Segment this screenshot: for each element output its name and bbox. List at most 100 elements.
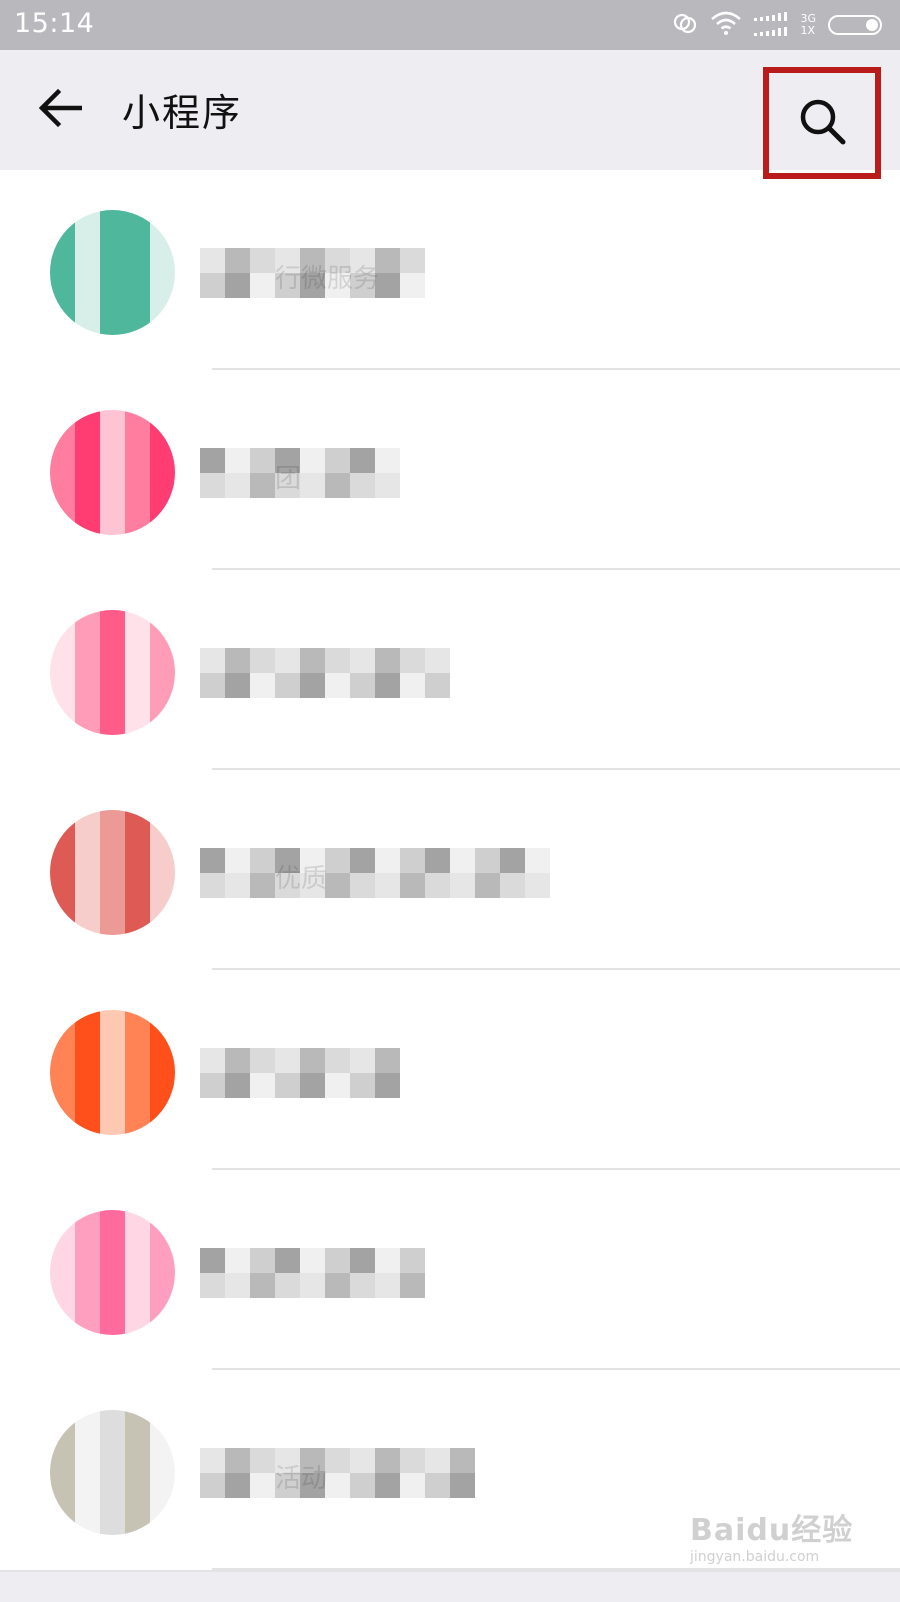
avatar-pixel <box>75 885 100 910</box>
name-pixel <box>200 848 225 873</box>
avatar-pixel <box>50 1035 75 1060</box>
avatar-pixel <box>75 260 100 285</box>
name-pixel <box>250 1448 275 1473</box>
avatar-pixel <box>150 460 175 485</box>
list-item[interactable] <box>0 570 900 770</box>
avatar-pixel <box>125 635 150 660</box>
avatar-pixel <box>125 435 150 460</box>
avatar-pixel <box>50 485 75 510</box>
mini-program-avatar <box>50 410 175 535</box>
name-pixel <box>300 1473 325 1498</box>
avatar-pixel <box>100 1085 125 1110</box>
name-pixel <box>425 1473 450 1498</box>
name-pixel <box>450 1473 475 1498</box>
avatar-pixel <box>75 435 100 460</box>
avatar-pixel <box>75 610 100 635</box>
avatar-pixel <box>50 685 75 710</box>
name-pixel <box>300 273 325 298</box>
name-pixel <box>250 273 275 298</box>
avatar-pixel <box>150 310 175 335</box>
name-pixel <box>300 248 325 273</box>
name-pixel <box>475 873 500 898</box>
avatar-pixel <box>150 860 175 885</box>
list-item[interactable] <box>0 970 900 1170</box>
avatar-pixel <box>100 1110 125 1135</box>
avatar-pixel <box>50 710 75 735</box>
avatar-pixel <box>50 1260 75 1285</box>
name-pixel <box>225 873 250 898</box>
name-pixel <box>350 1048 375 1073</box>
name-pixel <box>375 1048 400 1073</box>
back-button[interactable] <box>34 84 86 136</box>
avatar-pixel <box>150 285 175 310</box>
avatar-pixel <box>150 435 175 460</box>
avatar-pixel <box>50 435 75 460</box>
name-pixel <box>350 1473 375 1498</box>
mini-program-avatar <box>50 210 175 335</box>
name-pixel <box>200 473 225 498</box>
name-pixel <box>225 1073 250 1098</box>
name-pixel <box>350 1448 375 1473</box>
name-pixel <box>250 248 275 273</box>
name-pixel <box>275 1448 300 1473</box>
name-pixel <box>250 873 275 898</box>
search-button[interactable] <box>763 67 881 179</box>
avatar-pixel <box>125 1285 150 1310</box>
avatar-pixel <box>50 1235 75 1260</box>
list-item[interactable]: 优质 <box>0 770 900 970</box>
avatar-pixel <box>125 835 150 860</box>
name-pixel <box>375 1473 400 1498</box>
avatar-pixel <box>50 1010 75 1035</box>
avatar-pixel <box>150 635 175 660</box>
avatar-pixel <box>125 710 150 735</box>
avatar-pixel <box>50 910 75 935</box>
avatar-pixel <box>75 1310 100 1335</box>
avatar-pixel <box>75 1235 100 1260</box>
avatar-pixel <box>100 685 125 710</box>
name-pixel <box>375 1248 400 1273</box>
avatar-pixel <box>75 860 100 885</box>
name-pixel <box>300 1048 325 1073</box>
avatar-pixel <box>50 1110 75 1135</box>
name-pixel <box>275 648 300 673</box>
avatar-pixel <box>150 410 175 435</box>
avatar-pixel <box>75 835 100 860</box>
avatar-pixel <box>150 710 175 735</box>
wifi-icon <box>710 10 742 40</box>
mini-program-name-blurred <box>200 648 450 698</box>
avatar-pixel <box>75 1060 100 1085</box>
name-pixel <box>500 848 525 873</box>
avatar-pixel <box>150 1285 175 1310</box>
name-pixel <box>200 1048 225 1073</box>
avatar-pixel <box>100 660 125 685</box>
name-pixel <box>425 873 450 898</box>
avatar-pixel <box>125 460 150 485</box>
avatar-pixel <box>100 310 125 335</box>
avatar-pixel <box>75 510 100 535</box>
list-item[interactable]: 行微服务 <box>0 170 900 370</box>
list-item[interactable]: 团 <box>0 370 900 570</box>
name-pixel <box>225 1048 250 1073</box>
name-pixel <box>525 873 550 898</box>
avatar-pixel <box>100 860 125 885</box>
name-pixel <box>325 448 350 473</box>
avatar-pixel <box>50 1510 75 1535</box>
avatar-mosaic <box>50 810 175 935</box>
name-pixel <box>325 848 350 873</box>
name-pixel <box>350 248 375 273</box>
avatar-pixel <box>50 860 75 885</box>
name-pixel <box>350 1273 375 1298</box>
avatar-pixel <box>50 1310 75 1335</box>
avatar-pixel <box>100 1310 125 1335</box>
mini-program-avatar <box>50 1010 175 1135</box>
avatar-pixel <box>100 635 125 660</box>
avatar-pixel <box>100 1010 125 1035</box>
name-pixel <box>350 648 375 673</box>
name-pixel <box>375 848 400 873</box>
avatar-pixel <box>125 810 150 835</box>
list-item[interactable] <box>0 1170 900 1370</box>
name-pixel <box>275 448 300 473</box>
avatar-pixel <box>150 1235 175 1260</box>
list-item[interactable]: 活动 <box>0 1370 900 1570</box>
name-pixel <box>375 1273 400 1298</box>
